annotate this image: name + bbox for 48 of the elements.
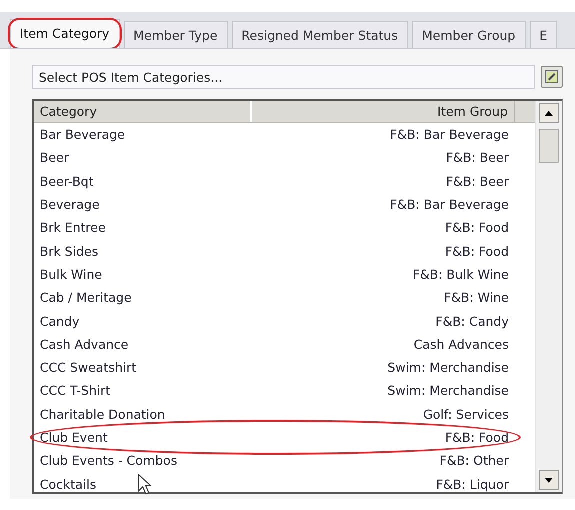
table-cell-text: F&B: Wine xyxy=(444,290,510,306)
select-field[interactable]: Select POS Item Categories... xyxy=(32,65,535,89)
table-cell: Beverage xyxy=(40,197,100,212)
table-cell: Bar Beverage xyxy=(40,127,126,142)
column-header[interactable]: Category xyxy=(34,101,252,122)
table-cell: Cab / Meritage xyxy=(40,290,132,306)
table-cell: Beer xyxy=(40,150,70,166)
tab[interactable]: E xyxy=(530,21,558,48)
table-cell-text: F&B: Beer xyxy=(446,174,510,189)
up-arrow-icon xyxy=(545,110,553,116)
table-cell: Club Events - Combos xyxy=(40,453,178,468)
table-cell: Bulk Wine xyxy=(40,266,102,282)
scroll-thumb[interactable] xyxy=(539,129,559,163)
tab[interactable]: Resigned Member Status xyxy=(232,21,408,48)
scroll-up-button[interactable] xyxy=(539,103,559,123)
table-cell-text: F&B: Other xyxy=(440,453,510,468)
scrollbar[interactable] xyxy=(535,101,562,492)
table-cell: Club Event xyxy=(40,430,108,445)
table-cell-text: F&B: Liquor xyxy=(436,476,510,492)
table-cell-text: F&B: Bulk Wine xyxy=(412,266,510,282)
table-cell-text: Swim: Merchandise xyxy=(388,383,510,398)
table-cell: CCC T-Shirt xyxy=(40,383,111,398)
table-cell: CCC Sweatshirt xyxy=(40,360,137,376)
edit-icon xyxy=(545,70,559,84)
table-cell-text: F&B: Beer xyxy=(446,150,510,166)
table-cell-text: F&B: Food xyxy=(445,220,510,236)
tab[interactable]: Member Type xyxy=(124,21,228,48)
table-cell: Brk Entree xyxy=(40,220,106,236)
edit-button[interactable] xyxy=(541,66,563,88)
table-cell-text: F&B: Food xyxy=(445,244,510,259)
table-cell-text: F&B: Food xyxy=(445,430,510,445)
table-cell: Candy xyxy=(40,314,80,329)
tab[interactable]: Item Category xyxy=(10,19,120,48)
table-cell: Beer-Bqt xyxy=(40,174,94,189)
table-cell: Brk Sides xyxy=(40,244,98,259)
table-cell-text: Swim: Merchandise xyxy=(388,360,510,376)
table-cell-text: Golf: Services xyxy=(423,406,510,422)
table-cell-text: F&B: Bar Beverage xyxy=(390,197,510,212)
tab[interactable]: Member Group xyxy=(412,21,526,48)
table-cell-text: F&B: Candy xyxy=(436,314,510,329)
table-cell: Cash Advance xyxy=(40,336,129,352)
scroll-down-button[interactable] xyxy=(539,470,559,490)
down-arrow-icon xyxy=(545,478,553,482)
table-cell-text: Cash Advances xyxy=(414,336,510,352)
column-header[interactable]: Item Group xyxy=(252,101,515,122)
table-cell-text: F&B: Bar Beverage xyxy=(390,127,510,142)
table-cell: Charitable Donation xyxy=(40,406,166,422)
table-cell: Cocktails xyxy=(40,476,97,492)
